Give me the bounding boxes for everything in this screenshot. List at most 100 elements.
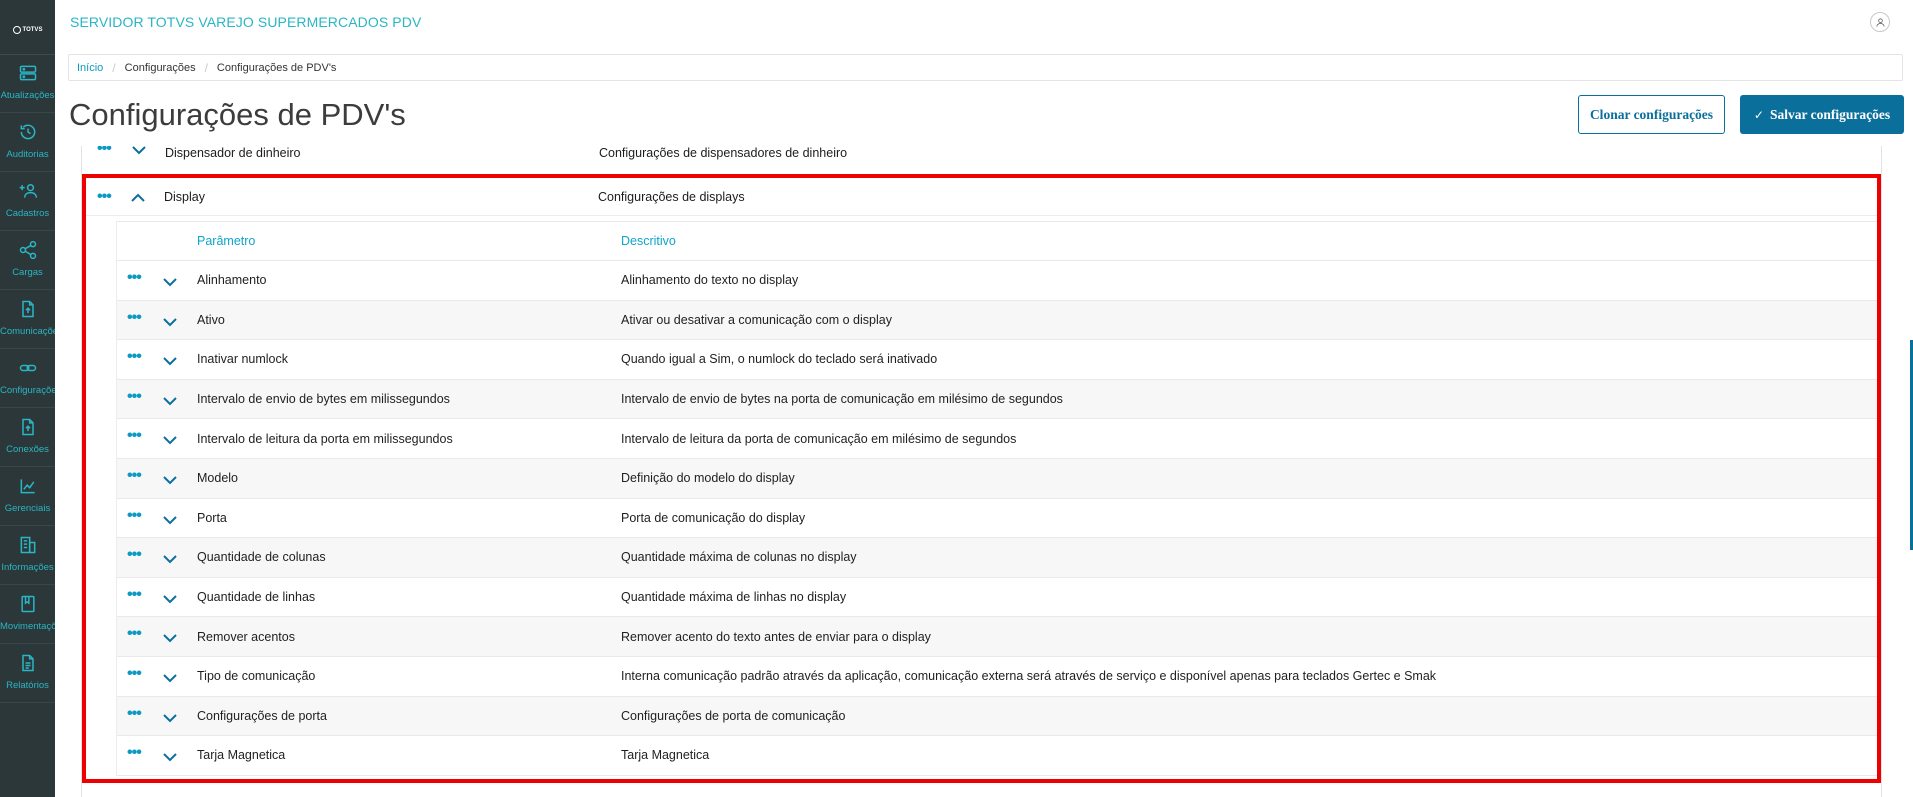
table-header: Parâmetro Descritivo bbox=[117, 221, 1878, 261]
chevron-up-icon[interactable] bbox=[131, 192, 145, 206]
more-options-icon[interactable]: ••• bbox=[127, 547, 142, 563]
parameter-description: Quantidade máxima de linhas no display bbox=[621, 590, 847, 605]
group-name: Dispensador de dinheiro bbox=[165, 146, 301, 160]
more-options-icon[interactable]: ••• bbox=[127, 349, 142, 365]
more-options-icon[interactable]: ••• bbox=[97, 189, 112, 205]
more-options-icon[interactable]: ••• bbox=[127, 428, 142, 444]
more-options-icon[interactable]: ••• bbox=[127, 309, 142, 325]
parameter-name: Porta bbox=[197, 510, 227, 525]
totvs-logo[interactable]: TOTVS bbox=[0, 20, 55, 40]
parameter-description: Remover acento do texto antes de enviar … bbox=[621, 629, 931, 644]
sidebar-item-atualizacoes[interactable]: Atualizações bbox=[0, 55, 55, 113]
config-groups-panel: ••• Dispensador de dinheiro Configuraçõe… bbox=[81, 146, 1882, 797]
add-user-icon bbox=[19, 184, 37, 198]
table-row: ••• Porta Porta de comunicação do display bbox=[117, 499, 1878, 539]
group-name: Display bbox=[164, 190, 205, 204]
parameter-name: Tipo de comunicação bbox=[197, 669, 316, 684]
chevron-down-icon[interactable] bbox=[163, 751, 177, 765]
table-row: ••• Tipo de comunicação Interna comunicaçã… bbox=[117, 657, 1878, 697]
parameter-name: Quantidade de linhas bbox=[197, 590, 316, 605]
more-options-icon[interactable]: ••• bbox=[127, 586, 142, 602]
chevron-down-icon[interactable] bbox=[163, 316, 177, 330]
sidebar-item-informacoes[interactable]: Informações bbox=[0, 527, 55, 585]
document-icon bbox=[21, 654, 34, 672]
chevron-down-icon[interactable] bbox=[163, 593, 177, 607]
parameter-description: Tarja Magnetica bbox=[621, 748, 710, 763]
parameter-description: Ativar ou desativar a comunicação com o … bbox=[621, 312, 892, 327]
chevron-down-icon[interactable] bbox=[132, 146, 146, 158]
logo-mark-icon bbox=[12, 26, 21, 34]
parameter-description: Intervalo de leitura da porta de comunic… bbox=[621, 431, 1017, 446]
sidebar-item-gerenciais[interactable]: Gerenciais bbox=[0, 468, 55, 526]
sidebar-item-label: Informações bbox=[1, 562, 54, 573]
sidebar: TOTVS Atualizações Auditorias Cadastros … bbox=[0, 0, 55, 797]
column-header-description[interactable]: Descritivo bbox=[621, 234, 676, 248]
top-header: SERVIDOR TOTVS VAREJO SUPERMERCADOS PDV bbox=[55, 0, 1913, 44]
chevron-down-icon[interactable] bbox=[163, 553, 177, 567]
sidebar-item-movimentacoes[interactable]: Movimentações bbox=[0, 586, 55, 644]
sidebar-item-label: Comunicações bbox=[0, 326, 55, 337]
parameter-name: Intervalo de leitura da porta em milisse… bbox=[197, 431, 453, 446]
user-menu-button[interactable] bbox=[1870, 12, 1890, 32]
parameter-description: Interna comunicação padrão através da ap… bbox=[621, 669, 1437, 684]
parameter-name: Alinhamento bbox=[197, 273, 267, 288]
more-options-icon[interactable]: ••• bbox=[127, 507, 142, 523]
chevron-down-icon[interactable] bbox=[163, 395, 177, 409]
sidebar-item-configuracoes[interactable]: Configurações bbox=[0, 350, 55, 408]
history-icon bbox=[20, 124, 35, 140]
upload-file-icon bbox=[21, 418, 34, 436]
building-icon bbox=[20, 536, 35, 554]
parameter-name: Quantidade de colunas bbox=[197, 550, 326, 565]
chevron-down-icon[interactable] bbox=[163, 276, 177, 290]
parameter-description: Quantidade máxima de colunas no display bbox=[621, 550, 857, 565]
parameter-description: Porta de comunicação do display bbox=[621, 510, 806, 525]
save-config-label: Salvar configurações bbox=[1769, 106, 1891, 122]
more-options-icon[interactable]: ••• bbox=[127, 705, 142, 721]
chevron-down-icon[interactable] bbox=[163, 355, 177, 369]
chevron-down-icon[interactable] bbox=[163, 672, 177, 686]
more-options-icon[interactable]: ••• bbox=[127, 467, 142, 483]
table-row: ••• Modelo Definição do modelo do display bbox=[117, 458, 1878, 499]
book-icon bbox=[20, 595, 35, 613]
more-options-icon[interactable]: ••• bbox=[127, 745, 142, 761]
chevron-down-icon[interactable] bbox=[163, 474, 177, 488]
table-row: ••• Intervalo de envio de bytes em miliss… bbox=[117, 379, 1878, 420]
sidebar-item-label: Cargas bbox=[12, 267, 43, 278]
group-description: Configurações de displays bbox=[598, 190, 745, 204]
breadcrumb-configuracoes[interactable]: Configurações bbox=[125, 62, 196, 74]
more-options-icon[interactable]: ••• bbox=[127, 626, 142, 642]
table-row: ••• Quantidade de linhas Quantidade máxima… bbox=[117, 578, 1878, 618]
sidebar-item-cargas[interactable]: Cargas bbox=[0, 232, 55, 290]
more-options-icon[interactable]: ••• bbox=[127, 665, 142, 681]
breadcrumb-current: Configurações de PDV's bbox=[216, 61, 337, 74]
chevron-down-icon[interactable] bbox=[163, 434, 177, 448]
chevron-down-icon[interactable] bbox=[163, 712, 177, 726]
sidebar-item-conexoes[interactable]: Conexões bbox=[0, 409, 55, 467]
clone-config-button[interactable]: Clonar configurações bbox=[1578, 95, 1725, 134]
sidebar-item-label: Auditorias bbox=[6, 149, 49, 160]
more-options-icon[interactable]: ••• bbox=[97, 146, 112, 157]
sidebar-item-comunicacoes[interactable]: Comunicações bbox=[0, 291, 55, 349]
more-options-icon[interactable]: ••• bbox=[127, 270, 142, 286]
breadcrumb-home-link[interactable]: Início bbox=[77, 62, 103, 74]
breadcrumb-separator: / bbox=[112, 60, 116, 75]
parameter-name: Intervalo de envio de bytes em milissegu… bbox=[197, 392, 450, 407]
sidebar-item-relatorios[interactable]: Relatórios bbox=[0, 645, 55, 703]
chevron-down-icon[interactable] bbox=[163, 514, 177, 528]
logo-text: TOTVS bbox=[22, 27, 43, 33]
column-header-parameter[interactable]: Parâmetro bbox=[197, 234, 255, 248]
save-config-button[interactable]: ✓ Salvar configurações bbox=[1740, 95, 1904, 134]
parameter-description: Quando igual a Sim, o numlock do teclado… bbox=[621, 352, 938, 367]
table-row: ••• Remover acentos Remover acento do text… bbox=[117, 617, 1878, 657]
more-options-icon[interactable]: ••• bbox=[127, 388, 142, 404]
sidebar-item-label: Gerenciais bbox=[4, 503, 51, 514]
check-icon: ✓ bbox=[1753, 107, 1764, 122]
parameter-description: Configurações de porta de comunicação bbox=[621, 708, 846, 723]
chart-icon bbox=[20, 479, 35, 494]
share-icon bbox=[19, 240, 36, 260]
sidebar-item-auditorias[interactable]: Auditorias bbox=[0, 114, 55, 172]
sidebar-item-cadastros[interactable]: Cadastros bbox=[0, 173, 55, 231]
table-row: ••• Quantidade de colunas Quantidade máxim… bbox=[117, 538, 1878, 578]
chevron-down-icon[interactable] bbox=[163, 632, 177, 646]
table-row: ••• Alinhamento Alinhamento do texto no di… bbox=[117, 261, 1878, 301]
